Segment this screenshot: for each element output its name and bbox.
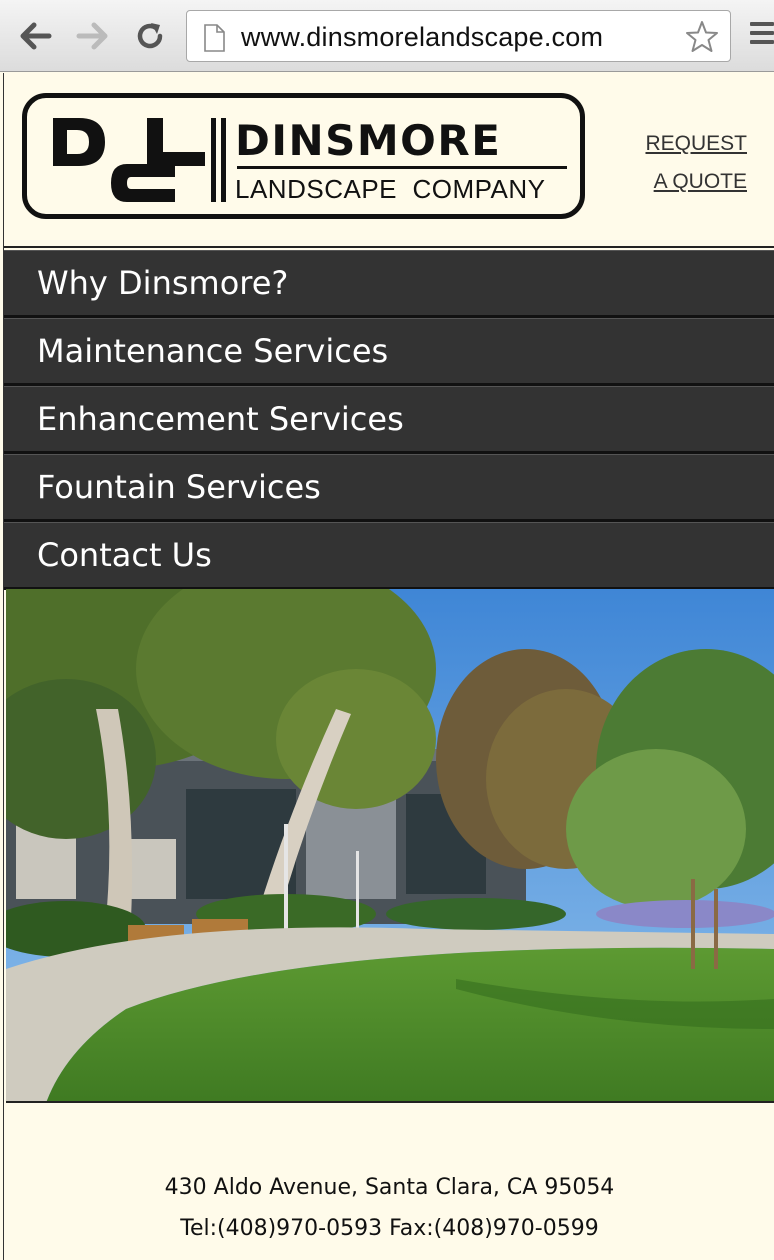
reload-button[interactable]	[132, 18, 168, 54]
back-button[interactable]	[18, 18, 54, 54]
logo-subtitle: LANDSCAPE COMPANY	[235, 174, 546, 204]
request-quote-line1: REQUEST	[645, 132, 747, 155]
site-footer: 430 Aldo Avenue, Santa Clara, CA 95054 T…	[4, 1105, 774, 1260]
logo-divider	[211, 118, 227, 202]
forward-button[interactable]	[74, 18, 110, 54]
nav-item-contact-us[interactable]: Contact Us	[4, 522, 774, 590]
forward-arrow-icon	[76, 22, 108, 50]
reload-icon	[137, 23, 163, 49]
footer-phone-fax: Tel:(408)970-0593 Fax:(408)970-0599	[180, 1216, 599, 1241]
site-header: DINSMORE LANDSCAPE COMPANY REQUEST A QUO…	[4, 73, 774, 248]
logo-name: DINSMORE	[235, 116, 502, 165]
main-navigation: Why Dinsmore? Maintenance Services Enhan…	[4, 250, 774, 590]
nav-item-fountain-services[interactable]: Fountain Services	[4, 454, 774, 522]
browser-toolbar: www.dinsmorelandscape.com	[0, 0, 774, 72]
landscape-photo	[6, 589, 774, 1101]
address-bar[interactable]: www.dinsmorelandscape.com	[186, 10, 731, 62]
logo-rule	[237, 166, 567, 169]
menu-icon[interactable]	[750, 22, 774, 50]
back-arrow-icon	[20, 22, 52, 50]
nav-item-maintenance-services[interactable]: Maintenance Services	[4, 318, 774, 386]
footer-address: 430 Aldo Avenue, Santa Clara, CA 95054	[164, 1175, 615, 1200]
star-icon[interactable]	[684, 19, 720, 55]
dlc-monogram	[53, 118, 205, 202]
company-logo[interactable]: DINSMORE LANDSCAPE COMPANY	[22, 93, 585, 219]
url-text: www.dinsmorelandscape.com	[241, 22, 604, 52]
request-quote-link[interactable]: REQUEST A QUOTE	[637, 125, 747, 201]
nav-item-enhancement-services[interactable]: Enhancement Services	[4, 386, 774, 454]
hero-photo	[6, 589, 774, 1103]
nav-item-why-dinsmore[interactable]: Why Dinsmore?	[4, 250, 774, 318]
web-page: DINSMORE LANDSCAPE COMPANY REQUEST A QUO…	[3, 73, 774, 1260]
request-quote-line2: A QUOTE	[653, 170, 747, 193]
page-icon	[204, 24, 225, 52]
